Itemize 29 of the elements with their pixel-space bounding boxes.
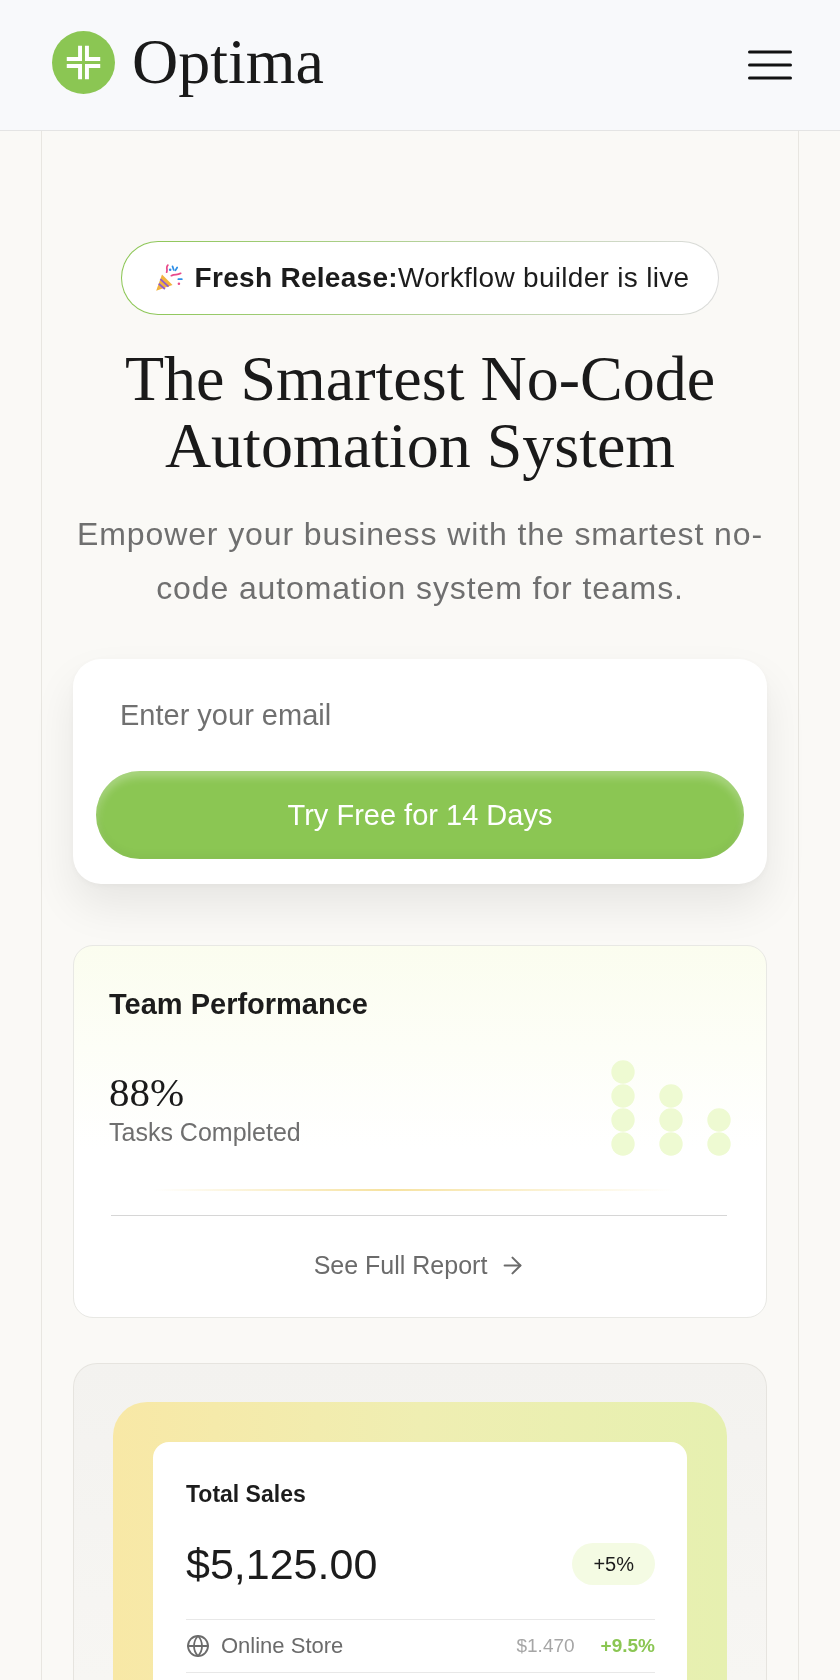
chart-dot xyxy=(707,1108,731,1132)
chart-dot xyxy=(659,1084,683,1108)
hero-title: The Smartest No-Code Automation System xyxy=(123,345,717,479)
menu-icon xyxy=(748,50,792,80)
chart-dot xyxy=(611,1108,635,1132)
menu-button[interactable] xyxy=(748,50,792,80)
globe-icon xyxy=(186,1634,210,1658)
announcement-text: Fresh Release:Workflow builder is live xyxy=(194,261,690,295)
sales-title: Total Sales xyxy=(186,1480,307,1508)
metric-caption: Tasks Completed xyxy=(109,1117,301,1147)
metric-value: 88% xyxy=(109,1069,186,1115)
party-popper-icon xyxy=(154,264,183,292)
growth-badge: +5% xyxy=(572,1543,655,1585)
sales-amount: $5,125.00 xyxy=(186,1539,378,1589)
chart-dot xyxy=(707,1132,731,1156)
chart-dot xyxy=(611,1132,635,1156)
chart-dot xyxy=(611,1084,635,1108)
channel-change: +9.5% xyxy=(600,1635,655,1657)
card-title: Team Performance xyxy=(109,987,369,1021)
chart-dot xyxy=(659,1132,683,1156)
email-input[interactable]: Enter your email xyxy=(120,695,720,735)
chart-dot xyxy=(659,1108,683,1132)
logo-icon xyxy=(52,30,115,94)
channel-amount: $1.470 xyxy=(516,1635,575,1657)
brand-name: Optima xyxy=(132,26,324,98)
hero-subtitle: Empower your business with the smartest no-code automation system for teams. xyxy=(75,515,765,608)
report-link[interactable]: See Full Report xyxy=(313,1250,527,1280)
chart-dot xyxy=(611,1060,635,1084)
channel-name: Online Store xyxy=(221,1633,345,1659)
